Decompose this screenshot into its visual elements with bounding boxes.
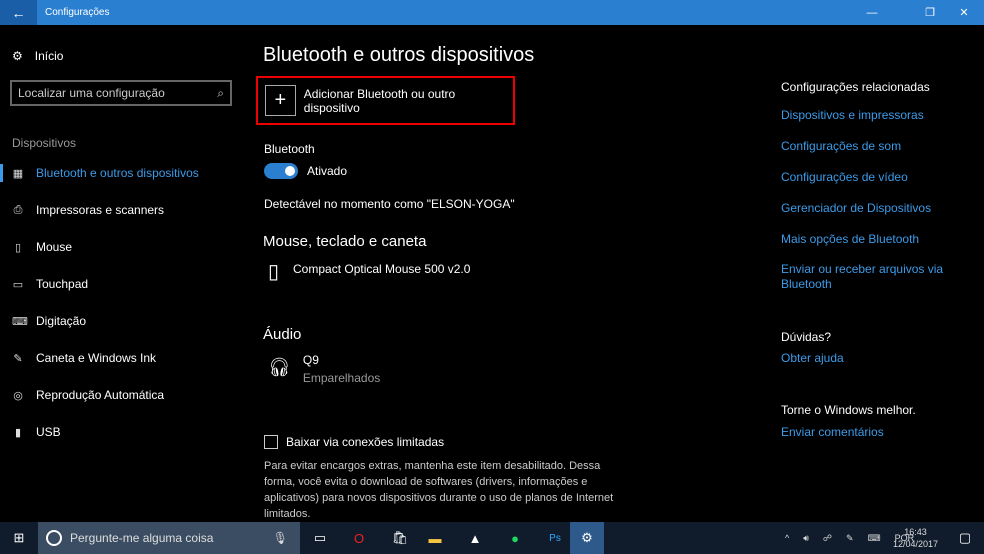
link-sound-settings[interactable]: Configurações de som (781, 139, 951, 153)
sidebar-item-mouse[interactable]: ▯ Mouse (0, 240, 72, 254)
discoverable-text: Detectável no momento como "ELSON-YOGA" (264, 197, 515, 211)
mouse-icon: ▯ (14, 241, 22, 254)
questions-title: Dúvidas? (781, 330, 832, 344)
audio-device[interactable]: 🎧︎ Q9 Emparelhados (268, 353, 380, 385)
sidebar-item-label: Mouse (36, 240, 73, 254)
mouse-section-heading: Mouse, teclado e caneta (263, 233, 427, 250)
sidebar-item-label: USB (36, 425, 61, 439)
photos-icon[interactable]: ▲ (458, 522, 492, 554)
sidebar-item-label: Caneta e Windows Ink (36, 351, 157, 365)
page-title: Bluetooth e outros dispositivos (263, 44, 535, 66)
date: 12/04/2017 (893, 539, 939, 549)
link-feedback[interactable]: Enviar comentários (781, 425, 951, 439)
audio-section-heading: Áudio (263, 326, 302, 343)
network-icon[interactable]: ☍ (823, 533, 832, 544)
title-bar: ← Configurações — ❐ ✕ (0, 0, 984, 25)
window-title: Configurações (45, 7, 110, 18)
sidebar-item-bluetooth[interactable]: ▦ Bluetooth e outros dispositivos (0, 166, 199, 180)
sidebar-item-label: Digitação (36, 314, 87, 328)
opera-icon[interactable]: O (342, 522, 376, 554)
metered-checkbox-row[interactable]: Baixar via conexões limitadas (264, 435, 444, 449)
time: 16:43 (904, 527, 927, 537)
device-name: Q9 (302, 353, 319, 367)
link-display-settings[interactable]: Configurações de vídeo (781, 170, 951, 184)
mouse-icon: ▯ (268, 261, 280, 283)
mouse-device[interactable]: ▯ Compact Optical Mouse 500 v2.0 (268, 259, 470, 284)
add-device-label: Adicionar Bluetooth ou outro dispositivo (303, 86, 456, 115)
improve-title: Torne o Windows melhor. (781, 403, 916, 417)
taskbar: ⊞ Pergunte-me alguma coisa 🎙︎ ▭ O 🛍︎ ▬ ▲… (0, 522, 984, 554)
sidebar-item-autoplay[interactable]: ◎ Reprodução Automática (0, 388, 164, 402)
volume-icon[interactable]: 🔊︎ (803, 533, 809, 544)
search-input[interactable]: Localizar uma configuração ⌕ (10, 80, 232, 106)
chevron-up-icon[interactable]: ^ (785, 533, 789, 543)
device-status: Emparelhados (302, 371, 381, 385)
microphone-icon[interactable]: 🎙︎ (273, 531, 288, 545)
sidebar-item-typing[interactable]: ⌨ Digitação (0, 314, 86, 328)
sidebar-item-printers[interactable]: ⎙ Impressoras e scanners (0, 203, 164, 217)
headset-icon: 🎧︎ (268, 357, 291, 377)
store-icon[interactable]: 🛍︎ (383, 522, 417, 554)
bluetooth-label: Bluetooth (264, 142, 315, 156)
metered-checkbox[interactable] (264, 435, 278, 449)
task-view-icon[interactable]: ▭ (303, 522, 337, 554)
sidebar-item-label: Reprodução Automática (36, 388, 165, 402)
pen-workspace-icon[interactable]: ✎ (846, 533, 854, 544)
link-devices-printers[interactable]: Dispositivos e impressoras (781, 108, 951, 122)
keyboard-icon: ⌨ (12, 315, 28, 328)
plus-icon: + (265, 85, 296, 116)
add-device-button[interactable]: + Adicionar Bluetooth ou outro dispositi… (256, 76, 515, 125)
toggle-state: Ativado (307, 164, 348, 178)
gear-icon: ⚙ (12, 49, 23, 63)
back-button[interactable]: ← (0, 0, 37, 25)
metered-description: Para evitar encargos extras, mantenha es… (264, 460, 614, 520)
bluetooth-devices-icon: ▦ (12, 167, 24, 180)
metered-label: Baixar via conexões limitadas (286, 435, 445, 449)
bluetooth-toggle-row[interactable]: Ativado (264, 163, 347, 179)
spotify-icon[interactable]: ● (498, 522, 532, 554)
file-explorer-icon[interactable]: ▬ (418, 522, 452, 554)
sidebar-item-touchpad[interactable]: ▭ Touchpad (0, 277, 88, 291)
sidebar-item-label: Bluetooth e outros dispositivos (36, 166, 199, 180)
printer-icon: ⎙ (13, 203, 23, 216)
search-icon: ⌕ (217, 85, 224, 100)
action-center-icon[interactable]: ▢ (948, 522, 982, 554)
home-label: Início (34, 49, 64, 63)
section-heading: Dispositivos (12, 136, 77, 150)
maximize-button[interactable]: ❐ (914, 0, 946, 25)
start-button[interactable]: ⊞ (2, 522, 36, 554)
clock[interactable]: 16:43 12/04/2017 (893, 522, 938, 554)
search-placeholder: Localizar uma configuração (18, 86, 165, 100)
sidebar-home[interactable]: ⚙ Início (12, 49, 63, 63)
usb-icon: ▮ (14, 426, 22, 439)
link-get-help[interactable]: Obter ajuda (781, 351, 951, 365)
related-title: Configurações relacionadas (781, 80, 930, 94)
settings-app-icon[interactable]: ⚙ (570, 522, 604, 554)
device-name: Compact Optical Mouse 500 v2.0 (293, 262, 471, 276)
sidebar-item-label: Impressoras e scanners (36, 203, 165, 217)
autoplay-icon: ◎ (13, 389, 23, 402)
close-button[interactable]: ✕ (948, 0, 980, 25)
cortana-search[interactable]: Pergunte-me alguma coisa 🎙︎ (38, 522, 300, 554)
sidebar-item-pen[interactable]: ✎ Caneta e Windows Ink (0, 351, 156, 365)
photoshop-icon[interactable]: Ps (538, 522, 572, 554)
link-more-bluetooth[interactable]: Mais opções de Bluetooth (781, 232, 951, 246)
link-send-receive-files[interactable]: Enviar ou receber arquivos via Bluetooth (781, 262, 951, 292)
pen-icon: ✎ (13, 352, 23, 365)
sidebar-item-usb[interactable]: ▮ USB (0, 425, 61, 439)
touchpad-icon: ▭ (12, 278, 24, 291)
sidebar-item-label: Touchpad (36, 277, 89, 291)
cortana-placeholder: Pergunte-me alguma coisa (70, 531, 214, 545)
bluetooth-toggle[interactable] (264, 163, 298, 179)
keyboard-icon[interactable]: ⌨ (868, 533, 881, 544)
cortana-icon (46, 530, 62, 546)
link-device-manager[interactable]: Gerenciador de Dispositivos (781, 201, 951, 215)
minimize-button[interactable]: — (856, 0, 888, 25)
